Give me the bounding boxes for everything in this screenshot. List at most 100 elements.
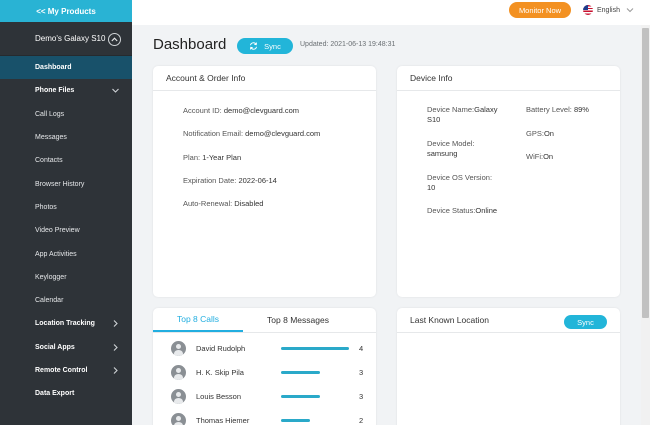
sidebar-item-label: Video Preview (35, 227, 80, 235)
gps-value: On (543, 129, 554, 138)
call-count: 3 (359, 392, 364, 401)
sidebar-item-remote-control[interactable]: Remote Control (0, 359, 132, 382)
expiration-row: Expiration Date: 2022-06-14 (183, 176, 277, 186)
sidebar-item-label: Call Logs (35, 110, 65, 118)
language-label: English (597, 6, 620, 14)
device-model-row: Device Model: samsung (427, 139, 512, 159)
account-id-value: demo@clevguard.com (223, 106, 300, 115)
expiration-value: 2022-06-14 (238, 176, 277, 185)
sidebar-item-label: Keylogger (35, 273, 67, 281)
sidebar-item-label: Photos (35, 203, 57, 211)
gps-row: GPS:On (526, 129, 554, 139)
gps-label: GPS: (526, 129, 544, 138)
auto-renewal-value: Disabled (234, 199, 264, 208)
sync-button[interactable]: Sync (237, 38, 293, 54)
chevron-up-icon[interactable] (108, 33, 121, 46)
plan-row: Plan: 1-Year Plan (183, 153, 241, 163)
sidebar-item-location-tracking[interactable]: Location Tracking (0, 312, 132, 335)
sidebar-item-call-logs[interactable]: Call Logs (0, 103, 132, 126)
sidebar-item-messages[interactable]: Messages (0, 126, 132, 149)
us-flag-icon (583, 5, 593, 15)
sidebar-item-label: Calendar (35, 297, 64, 305)
account-id-row: Account ID: demo@clevguard.com (183, 106, 299, 116)
notification-email-row: Notification Email: demo@clevguard.com (183, 129, 320, 139)
sidebar-item-keylogger[interactable]: Keylogger (0, 266, 132, 289)
plan-value: 1-Year Plan (202, 153, 242, 162)
battery-value: 89% (573, 105, 589, 114)
avatar-icon (171, 341, 186, 356)
call-row[interactable]: David Rudolph 4 (171, 340, 366, 357)
wifi-label: WiFi: (526, 152, 544, 161)
tab-top-calls[interactable]: Top 8 Calls (153, 308, 243, 332)
sidebar-item-label: Data Export (35, 390, 75, 398)
sidebar-item-data-export[interactable]: Data Export (0, 382, 132, 405)
sync-icon (250, 42, 258, 50)
call-count: 2 (359, 416, 364, 425)
location-sync-button[interactable]: Sync (564, 315, 607, 329)
device-model-value: samsung (427, 149, 458, 158)
page-title: Dashboard (153, 36, 227, 53)
notification-email-value: demo@clevguard.com (245, 129, 321, 138)
card-title: Device Info (397, 66, 620, 91)
chevron-right-icon (113, 343, 118, 351)
wifi-value: On (543, 152, 554, 161)
device-selector[interactable]: Demo's Galaxy S10 (0, 22, 132, 56)
sidebar-item-phone-files[interactable]: Phone Files (0, 79, 132, 102)
chevron-right-icon (113, 320, 118, 328)
card-title: Account & Order Info (153, 66, 376, 91)
sidebar-item-label: Remote Control (35, 367, 88, 374)
sidebar-item-app-activities[interactable]: App Activities (0, 242, 132, 265)
device-status-row: Device Status:Online (427, 206, 497, 216)
avatar-icon (171, 365, 186, 380)
sidebar-item-calendar[interactable]: Calendar (0, 289, 132, 312)
sidebar-item-label: App Activities (35, 250, 77, 258)
call-count-bar (281, 371, 320, 374)
account-order-card: Account & Order Info Account ID: demo@cl… (153, 66, 376, 297)
top-contacts-card: Top 8 Calls Top 8 Messages David Rudolph… (153, 308, 376, 425)
call-count-bar (281, 395, 320, 398)
chevron-down-icon (112, 88, 119, 94)
avatar-icon (171, 413, 186, 425)
battery-label: Battery Level: (526, 105, 572, 114)
call-contact-name: H. K. Skip Pila (196, 368, 244, 377)
scrollbar-thumb[interactable] (642, 28, 649, 318)
my-products-link[interactable]: << My Products (0, 0, 132, 22)
chevron-right-icon (113, 366, 118, 374)
device-status-label: Device Status: (427, 206, 476, 215)
account-id-label: Account ID: (183, 106, 222, 115)
device-name-row: Device Name:Galaxy S10 (427, 105, 512, 125)
sidebar-item-video-preview[interactable]: Video Preview (0, 219, 132, 242)
sidebar: << My Products Demo's Galaxy S10 Dashboa… (0, 0, 132, 425)
call-row[interactable]: Thomas Hiemer 2 (171, 412, 366, 425)
sidebar-item-contacts[interactable]: Contacts (0, 149, 132, 172)
os-version-row: Device OS Version: 10 (427, 173, 512, 193)
device-info-card: Device Info Device Name:Galaxy S10 Devic… (397, 66, 620, 297)
device-status-value: Online (475, 206, 498, 215)
sync-label: Sync (264, 41, 281, 51)
expiration-label: Expiration Date: (183, 176, 237, 185)
call-row[interactable]: Louis Besson 3 (171, 388, 366, 405)
os-version-value: 10 (427, 183, 436, 192)
auto-renewal-row: Auto-Renewal: Disabled (183, 199, 263, 209)
os-version-label: Device OS Version: (427, 173, 493, 182)
sidebar-item-social-apps[interactable]: Social Apps (0, 336, 132, 359)
sidebar-item-browser-history[interactable]: Browser History (0, 172, 132, 195)
sidebar-item-label: Browser History (35, 180, 85, 188)
plan-label: Plan: (183, 153, 201, 162)
sidebar-item-label: Location Tracking (35, 320, 95, 328)
notification-email-label: Notification Email: (183, 129, 244, 138)
call-row[interactable]: H. K. Skip Pila 3 (171, 364, 366, 381)
device-name: Demo's Galaxy S10 (35, 34, 106, 43)
monitor-now-button[interactable]: Monitor Now (509, 2, 571, 18)
sidebar-item-label: Messages (35, 134, 67, 142)
tab-top-messages[interactable]: Top 8 Messages (243, 308, 353, 332)
sidebar-item-label: Dashboard (35, 64, 72, 72)
sidebar-item-photos[interactable]: Photos (0, 196, 132, 219)
call-contact-name: David Rudolph (196, 344, 246, 353)
sidebar-item-dashboard[interactable]: Dashboard (0, 56, 132, 80)
language-selector[interactable]: English (583, 4, 634, 16)
battery-row: Battery Level: 89% (526, 105, 589, 115)
chevron-down-icon (626, 8, 634, 13)
call-contact-name: Thomas Hiemer (196, 416, 250, 425)
avatar-icon (171, 389, 186, 404)
